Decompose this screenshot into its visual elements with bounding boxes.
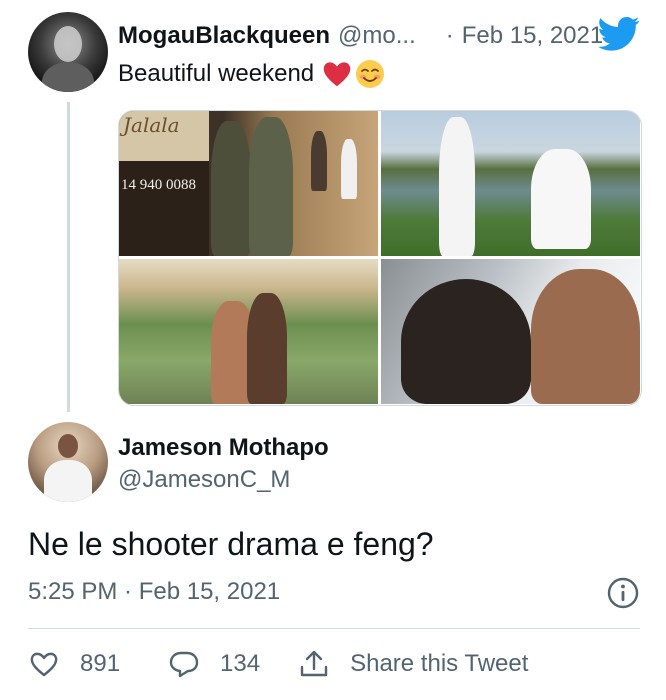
action-bar: 891 134 Share this Tweet	[28, 646, 528, 682]
divider	[28, 628, 640, 629]
person-figure	[249, 117, 293, 256]
share-upload-icon[interactable]	[298, 648, 330, 680]
red-heart-emoji-icon	[323, 62, 351, 87]
person-figure	[531, 269, 640, 404]
reply-author-name[interactable]: Jameson Mothapo	[118, 434, 329, 462]
parent-author-name[interactable]: MogauBlackqueen	[118, 22, 330, 50]
reply-tweet-text: Ne le shooter drama e feng?	[28, 526, 434, 562]
reply-action[interactable]: 134	[168, 648, 260, 680]
parent-tweet-date[interactable]: Feb 15, 2021	[462, 22, 603, 50]
person-figure	[439, 117, 475, 256]
reply-author-handle[interactable]: @JamesonC_M	[118, 466, 290, 494]
person-figure	[341, 139, 357, 199]
thread-line	[67, 102, 70, 412]
parent-tweet-text: Beautiful weekend	[118, 58, 386, 90]
venue-sign-phone: 14 940 0088	[121, 177, 196, 193]
reply-timestamp[interactable]: 5:25 PM · Feb 15, 2021	[28, 578, 280, 606]
like-action[interactable]: 891	[28, 648, 120, 680]
person-figure	[211, 121, 251, 256]
parent-header: MogauBlackqueen @mo... · Feb 15, 2021	[118, 20, 603, 52]
share-action[interactable]: Share this Tweet	[298, 648, 528, 680]
photo-3[interactable]	[119, 259, 378, 404]
venue-sign: Jalala 14 940 0088	[119, 111, 209, 256]
smiling-face-emoji-icon	[356, 60, 385, 88]
like-count: 891	[80, 650, 121, 677]
person-figure	[311, 131, 327, 191]
parent-avatar[interactable]	[28, 12, 108, 92]
reply-bubble-icon[interactable]	[168, 648, 200, 680]
parent-author-handle[interactable]: @mo...	[338, 22, 416, 50]
person-figure	[531, 149, 591, 249]
reply-count: 134	[220, 650, 261, 677]
header-separator: ·	[445, 22, 454, 49]
photo-1[interactable]: Jalala 14 940 0088	[119, 111, 378, 256]
heart-icon[interactable]	[28, 648, 60, 680]
share-label: Share this Tweet	[350, 650, 529, 677]
reply-avatar[interactable]	[28, 422, 108, 502]
photo-2[interactable]	[381, 111, 640, 256]
person-figure	[401, 279, 531, 404]
photo-4[interactable]	[381, 259, 640, 404]
venue-sign-logo: Jalala	[123, 113, 180, 137]
parent-tweet-body: Beautiful weekend	[118, 60, 315, 87]
info-icon[interactable]	[607, 577, 639, 609]
twitter-bird-icon[interactable]	[598, 16, 640, 52]
person-figure	[247, 293, 287, 404]
photo-grid: Jalala 14 940 0088	[118, 110, 642, 406]
